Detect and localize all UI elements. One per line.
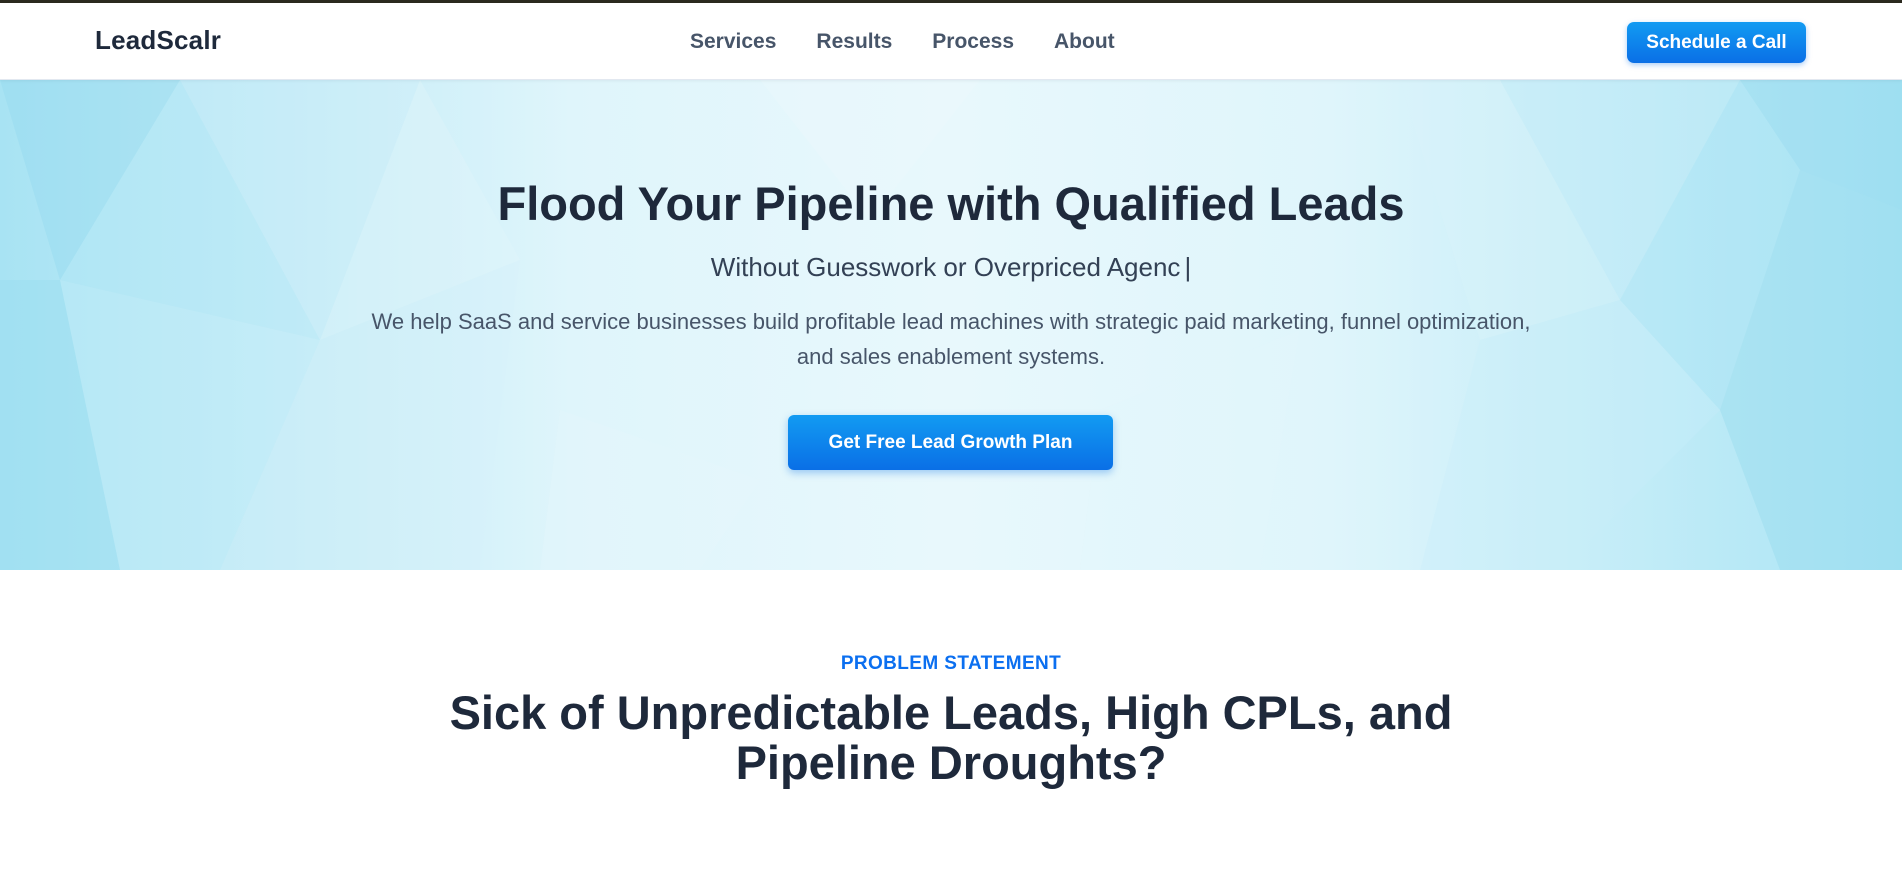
hero-content: Flood Your Pipeline with Qualified Leads… <box>0 80 1902 570</box>
hero-subtitle: Without Guesswork or Overpriced Agenc | <box>0 250 1902 284</box>
nav-link-process[interactable]: Process <box>932 30 1014 54</box>
problem-section: PROBLEM STATEMENT Sick of Unpredictable … <box>0 570 1902 882</box>
main-nav: Services Results Process About <box>690 3 1115 80</box>
nav-link-results[interactable]: Results <box>816 30 892 54</box>
nav-link-about[interactable]: About <box>1054 30 1115 54</box>
typing-caret: | <box>1184 252 1192 282</box>
section-title: Sick of Unpredictable Leads, High CPLs, … <box>0 688 1902 788</box>
section-eyebrow: PROBLEM STATEMENT <box>840 653 1062 674</box>
site-header: LeadScalr Services Results Process About… <box>0 3 1902 80</box>
schedule-call-button[interactable]: Schedule a Call <box>1627 22 1806 63</box>
get-growth-plan-button[interactable]: Get Free Lead Growth Plan <box>788 415 1113 470</box>
nav-link-services[interactable]: Services <box>690 30 776 54</box>
section-title-text: Sick of Unpredictable Leads, High CPLs, … <box>449 686 1453 789</box>
hero-section: Flood Your Pipeline with Qualified Leads… <box>0 80 1902 570</box>
hero-subtitle-text: Without Guesswork or Overpriced Agenc <box>710 252 1181 282</box>
brand-logo[interactable]: LeadScalr <box>95 25 221 56</box>
hero-description: We help SaaS and service businesses buil… <box>371 309 1531 369</box>
hero-title: Flood Your Pipeline with Qualified Leads <box>497 177 1405 230</box>
